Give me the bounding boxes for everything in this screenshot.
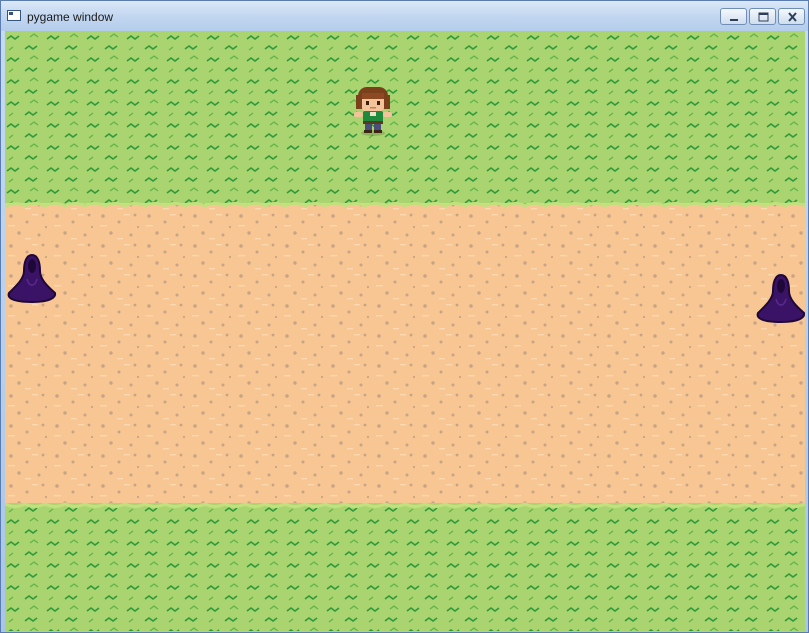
game-scene[interactable] (5, 31, 805, 631)
pygame-window-icon[interactable] (7, 10, 21, 21)
close-button[interactable] (778, 8, 805, 25)
app-window: pygame window (0, 0, 809, 633)
window-title: pygame window (27, 10, 114, 24)
game-viewport[interactable] (5, 31, 805, 631)
dirt-road (5, 203, 805, 505)
grass-field-top (5, 31, 805, 209)
window-controls (720, 8, 805, 25)
minimize-icon (730, 19, 738, 21)
grass-field-bottom (5, 503, 805, 631)
maximize-button[interactable] (749, 8, 776, 25)
title-bar[interactable]: pygame window (1, 1, 808, 31)
minimize-button[interactable] (720, 8, 747, 25)
maximize-icon (758, 12, 769, 22)
close-icon (788, 12, 797, 22)
